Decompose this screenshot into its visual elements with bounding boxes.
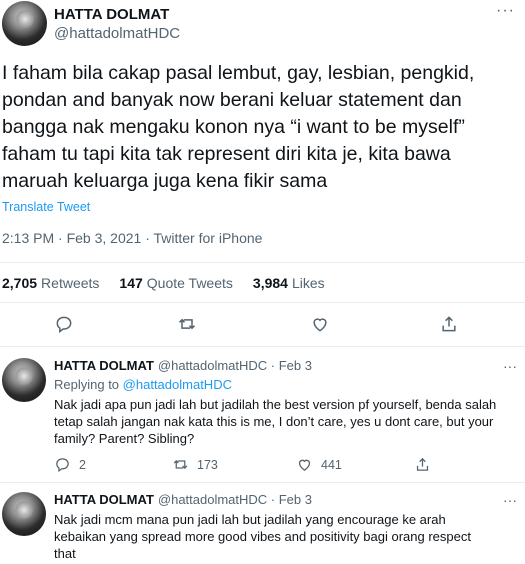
reply-text-line: tetap salah jangan nak kata this is me, …	[54, 414, 494, 429]
tweet-text-line: pondan and banyak now berani keluar stat…	[2, 89, 462, 111]
avatar[interactable]	[2, 1, 47, 46]
quotes-label: Quote Tweets	[146, 275, 233, 291]
divider	[0, 262, 525, 263]
tweet-actions	[0, 312, 525, 340]
tweet-text-line: I faham bila cakap pasal lembut, gay, le…	[2, 62, 475, 84]
replying-to-link[interactable]: @hattadolmatHDC	[123, 377, 232, 392]
likes-label: Likes	[291, 275, 325, 291]
like-button[interactable]: 441	[296, 456, 342, 473]
reply-text-line: that	[54, 546, 76, 561]
retweet-count: 173	[197, 457, 218, 472]
tweet-text: I faham bila cakap pasal lembut, gay, le…	[2, 60, 522, 195]
heart-icon[interactable]	[308, 312, 332, 336]
handle-time[interactable]: @hattadolmatHDC · Feb 3	[158, 492, 312, 507]
likes-stat[interactable]: 3,984 Likes	[253, 275, 325, 291]
display-name[interactable]: HATTA DOLMAT	[54, 492, 154, 507]
avatar[interactable]	[2, 358, 46, 402]
tweet-text-line: faham tu tapi kita tak represent diri ki…	[2, 143, 451, 165]
divider	[0, 302, 525, 303]
retweet-button[interactable]: 173	[172, 456, 218, 473]
quotes-count: 147	[119, 275, 143, 291]
replying-prefix: Replying to	[54, 377, 120, 392]
reply-header: HATTA DOLMAT @hattadolmatHDC · Feb 3	[54, 492, 312, 507]
tweet-text-line: maruah keluarga juga kena fikir sama	[2, 170, 328, 192]
reply-text-line: kebaikan yang spread more good vibes and…	[54, 529, 471, 544]
tweet-stats: 2,705 Retweets 147 Quote Tweets 3,984 Likes	[2, 275, 325, 291]
ellipsis-icon[interactable]: ···	[496, 3, 515, 19]
tweet-text-line: bangga nak mengaku konon nya “i want to …	[2, 116, 465, 138]
reply-icon[interactable]	[52, 312, 76, 336]
reply-count: 2	[79, 457, 86, 472]
retweets-stat[interactable]: 2,705 Retweets	[2, 275, 99, 291]
divider	[0, 346, 525, 347]
reply-text-line: family? Parent? Sibling?	[54, 431, 195, 446]
reply-button[interactable]: 2	[54, 456, 86, 473]
handle-time[interactable]: @hattadolmatHDC · Feb 3	[158, 358, 312, 373]
retweets-label: Retweets	[41, 275, 100, 291]
replying-to: Replying to @hattadolmatHDC	[54, 377, 232, 392]
handle[interactable]: @hattadolmatHDC	[54, 25, 180, 42]
retweet-icon[interactable]	[175, 312, 199, 336]
quote-tweets-stat[interactable]: 147 Quote Tweets	[119, 275, 233, 291]
share-icon[interactable]	[437, 312, 461, 336]
reply-text-line: Nak jadi mcm mana pun jadi lah but jadil…	[54, 512, 446, 527]
reply-header: HATTA DOLMAT @hattadolmatHDC · Feb 3	[54, 358, 312, 373]
like-count: 441	[321, 457, 342, 472]
share-icon	[416, 457, 429, 471]
retweet-icon	[173, 460, 188, 469]
translate-tweet-link[interactable]: Translate Tweet	[2, 200, 90, 214]
ellipsis-icon[interactable]: ···	[503, 358, 517, 374]
tweet-meta[interactable]: 2:13 PM · Feb 3, 2021 · Twitter for iPho…	[2, 230, 262, 246]
heart-icon	[298, 459, 311, 471]
share-button[interactable]	[414, 456, 431, 473]
reply-text: Nak jadi mcm mana pun jadi lah but jadil…	[54, 511, 509, 562]
reply-text: Nak jadi apa pun jadi lah but jadilah th…	[54, 396, 509, 447]
display-name[interactable]: HATTA DOLMAT	[54, 358, 154, 373]
reply-text-line: Nak jadi apa pun jadi lah but jadilah th…	[54, 397, 497, 412]
display-name[interactable]: HATTA DOLMAT	[54, 6, 169, 23]
reply-icon	[56, 458, 69, 473]
ellipsis-icon[interactable]: ···	[503, 492, 517, 508]
divider	[0, 482, 525, 483]
likes-count: 3,984	[252, 275, 288, 291]
avatar[interactable]	[2, 492, 46, 536]
reply-actions: 2 173 441	[54, 456, 494, 476]
retweets-count: 2,705	[2, 275, 38, 291]
